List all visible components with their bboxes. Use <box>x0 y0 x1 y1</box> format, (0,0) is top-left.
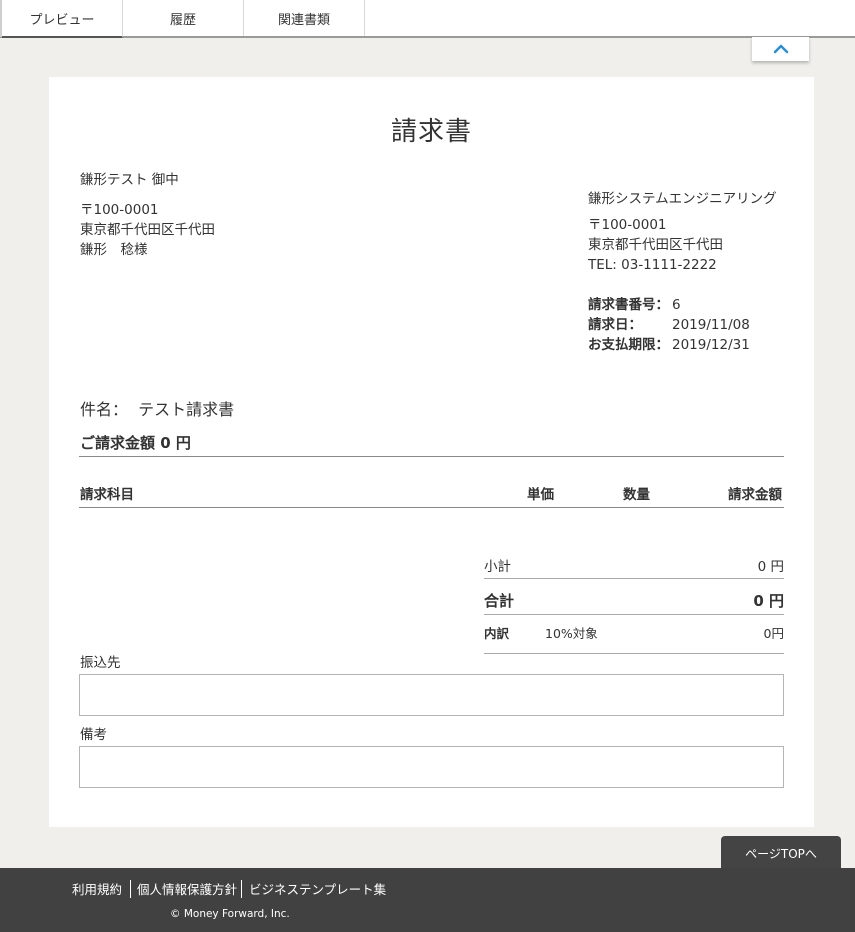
collapse-button[interactable] <box>752 37 809 61</box>
issuer-tel: TEL: 03-1111-2222 <box>588 257 717 273</box>
total-value: 0 円 <box>753 592 784 610</box>
invoice-number-value: 6 <box>672 297 681 313</box>
header-amount: 請求金額 <box>728 487 782 503</box>
invoice-number-label: 請求書番号： <box>588 297 669 313</box>
total-divider <box>484 614 784 615</box>
copyright: © Money Forward, Inc. <box>170 908 290 920</box>
tax-value: 0円 <box>763 626 784 641</box>
header-item: 請求科目 <box>80 487 134 503</box>
notes-box <box>79 746 784 788</box>
breakdown-divider <box>484 653 784 654</box>
subtotal-value: 0 円 <box>757 559 784 575</box>
client-contact: 鎌形 稔様 <box>80 242 148 258</box>
tab-related-documents[interactable]: 関連書類 <box>244 0 365 36</box>
breakdown-label: 内訳 <box>484 626 510 641</box>
subtotal-divider <box>484 578 784 579</box>
invoice-title: 請求書 <box>390 117 472 147</box>
chevron-up-icon <box>773 44 788 54</box>
bank-label: 振込先 <box>80 655 121 671</box>
tax-category: 10%対象 <box>545 626 598 641</box>
footer: 利用規約 個人情報保護方針 ビジネステンプレート集 © Money Forwar… <box>0 868 855 932</box>
amount-divider <box>79 456 784 457</box>
total-label: 合計 <box>484 592 515 610</box>
issuer-postal: 〒100-0001 <box>588 217 667 233</box>
footer-link-templates[interactable]: ビジネステンプレート集 <box>249 879 386 898</box>
issuer-name: 鎌形システムエンジニアリング <box>588 191 777 207</box>
invoice-date-value: 2019/11/08 <box>672 317 750 333</box>
tab-history[interactable]: 履歴 <box>123 0 244 36</box>
footer-separator <box>241 880 242 898</box>
bank-info-box <box>79 674 784 716</box>
table-header-divider <box>79 507 784 508</box>
footer-link-privacy[interactable]: 個人情報保護方針 <box>137 879 237 898</box>
issuer-address: 東京都千代田区千代田 <box>588 237 723 253</box>
invoice-subject: 件名： テスト請求書 <box>80 400 235 419</box>
tab-preview[interactable]: プレビュー <box>2 0 123 38</box>
subtotal-label: 小計 <box>484 559 511 575</box>
footer-link-terms[interactable]: 利用規約 <box>72 879 122 898</box>
notes-label: 備考 <box>80 727 107 743</box>
client-address: 東京都千代田区千代田 <box>80 222 215 238</box>
due-date-label: お支払期限： <box>588 337 669 353</box>
client-name: 鎌形テスト 御中 <box>80 172 179 188</box>
client-postal: 〒100-0001 <box>80 202 159 218</box>
page-top-button[interactable]: ページTOPへ <box>721 836 841 870</box>
header-unit-price: 単価 <box>527 487 554 503</box>
tab-bar: プレビュー 履歴 関連書類 <box>0 0 855 38</box>
invoice-amount: ご請求金額 0 円 <box>80 434 191 452</box>
invoice-preview: 請求書 鎌形テスト 御中 〒100-0001 東京都千代田区千代田 鎌形 稔様 … <box>49 77 814 827</box>
invoice-date-label: 請求日： <box>588 317 642 333</box>
due-date-value: 2019/12/31 <box>672 337 750 353</box>
footer-separator <box>130 880 131 898</box>
header-quantity: 数量 <box>623 487 650 503</box>
